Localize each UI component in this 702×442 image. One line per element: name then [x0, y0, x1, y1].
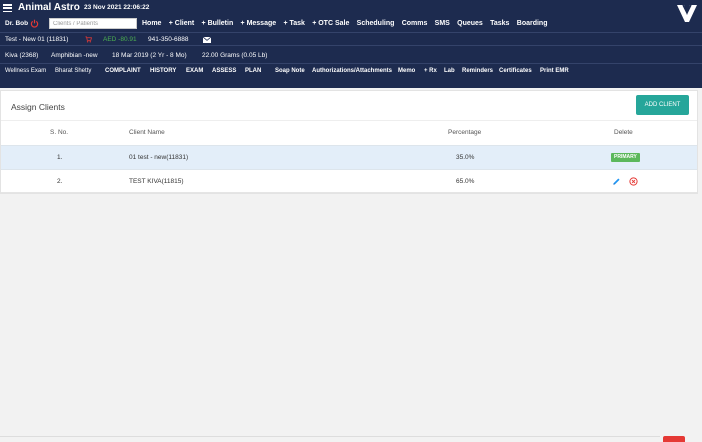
visit-tabs-bar: Wellness Exam Bharat Shetty COMPLAINT HI…	[0, 65, 702, 79]
mail-icon[interactable]	[203, 37, 211, 43]
tab-add-rx[interactable]: + Rx	[424, 68, 437, 74]
tab-assess[interactable]: ASSESS	[212, 68, 236, 74]
footer-action-button[interactable]	[663, 436, 685, 442]
header-row: Animal Astro 23 Nov 2021 22:06:22	[0, 0, 702, 22]
nav-boarding[interactable]: Boarding	[517, 20, 548, 27]
table-row[interactable]: 1. 01 test - new(11831) 35.0% PRIMARY	[1, 145, 697, 169]
tab-reminders[interactable]: Reminders	[462, 68, 493, 74]
tab-plan[interactable]: PLAN	[245, 68, 261, 74]
client-phone: 941-350-6888	[148, 36, 189, 43]
column-header-percentage: Percentage	[448, 129, 482, 136]
patient-species: Amphibian -new	[51, 52, 98, 59]
nav-home[interactable]: Home	[142, 20, 161, 27]
nav-sms[interactable]: SMS	[435, 20, 450, 27]
patient-name[interactable]: Kiva (2368)	[5, 52, 38, 59]
top-navbar: Animal Astro 23 Nov 2021 22:06:22 Dr. Bo…	[0, 0, 702, 88]
client-info-bar: Test - New 01 (11831) AED -80.91 941-350…	[0, 32, 702, 46]
main-nav: Home + Client + Bulletin + Message + Tas…	[142, 20, 555, 27]
add-client-button[interactable]: ADD CLIENT	[636, 95, 689, 115]
row-percentage: 65.0%	[456, 178, 475, 185]
row-client-name: TEST KIVA(11815)	[129, 178, 184, 185]
table-row[interactable]: 2. TEST KIVA(11815) 65.0%	[1, 169, 697, 193]
column-header-client-name: Client Name	[129, 129, 165, 136]
edit-pencil-icon[interactable]	[612, 177, 621, 186]
tab-soap-note[interactable]: Soap Note	[275, 68, 305, 74]
nav-add-otc-sale[interactable]: + OTC Sale	[312, 20, 349, 27]
logged-in-doctor[interactable]: Dr. Bob	[5, 20, 28, 27]
column-header-sno: S. No.	[50, 129, 69, 136]
patient-dob: 18 Mar 2019 (2 Yr - 8 Mo)	[112, 52, 187, 59]
nav-add-bulletin[interactable]: + Bulletin	[202, 20, 234, 27]
panel-title: Assign Clients	[11, 102, 65, 112]
current-datetime: 23 Nov 2021 22:06:22	[84, 4, 150, 11]
power-logout-icon[interactable]	[30, 19, 39, 28]
nav-queues[interactable]: Queues	[457, 20, 483, 27]
nav-tasks[interactable]: Tasks	[490, 20, 509, 27]
visit-doctor: Bharat Shetty	[55, 68, 92, 74]
client-name[interactable]: Test - New 01 (11831)	[5, 36, 68, 43]
column-header-delete: Delete	[614, 129, 633, 136]
hamburger-menu-icon[interactable]	[3, 4, 12, 13]
tab-certificates[interactable]: Certificates	[499, 68, 532, 74]
tab-lab[interactable]: Lab	[444, 68, 455, 74]
assign-clients-panel: Assign Clients ADD CLIENT S. No. Client …	[0, 90, 698, 194]
nav-add-task[interactable]: + Task	[283, 20, 304, 27]
delete-circle-icon[interactable]	[629, 177, 638, 186]
primary-badge: PRIMARY	[611, 153, 640, 162]
row-sno: 2.	[57, 178, 63, 185]
panel-divider	[1, 120, 697, 121]
cart-icon[interactable]	[85, 36, 92, 43]
toolbar-row: Dr. Bob Home + Client + Bulletin + Messa…	[0, 16, 702, 32]
nav-add-client[interactable]: + Client	[169, 20, 194, 27]
tab-complaint[interactable]: COMPLAINT	[105, 68, 141, 74]
row-percentage: 35.0%	[456, 154, 475, 161]
visit-type[interactable]: Wellness Exam	[5, 68, 46, 74]
client-patient-search-input[interactable]	[49, 18, 137, 29]
client-balance: AED -80.91	[103, 36, 137, 43]
tab-print-emr[interactable]: Print EMR	[540, 68, 569, 74]
tab-authorizations-attachments[interactable]: Authorizations/Attachments	[312, 68, 392, 74]
tab-history[interactable]: HISTORY	[150, 68, 176, 74]
patient-info-bar: Kiva (2368) Amphibian -new 18 Mar 2019 (…	[0, 47, 702, 64]
app-title: Animal Astro	[18, 2, 80, 13]
row-client-name: 01 test - new(11831)	[129, 154, 189, 161]
tab-exam[interactable]: EXAM	[186, 68, 203, 74]
patient-weight: 22.00 Grams (0.05 Lb)	[202, 52, 268, 59]
footer-divider	[0, 436, 660, 437]
tab-memo[interactable]: Memo	[398, 68, 415, 74]
nav-scheduling[interactable]: Scheduling	[357, 20, 395, 27]
nav-add-message[interactable]: + Message	[241, 20, 277, 27]
row-sno: 1.	[57, 154, 63, 161]
nav-comms[interactable]: Comms	[402, 20, 428, 27]
